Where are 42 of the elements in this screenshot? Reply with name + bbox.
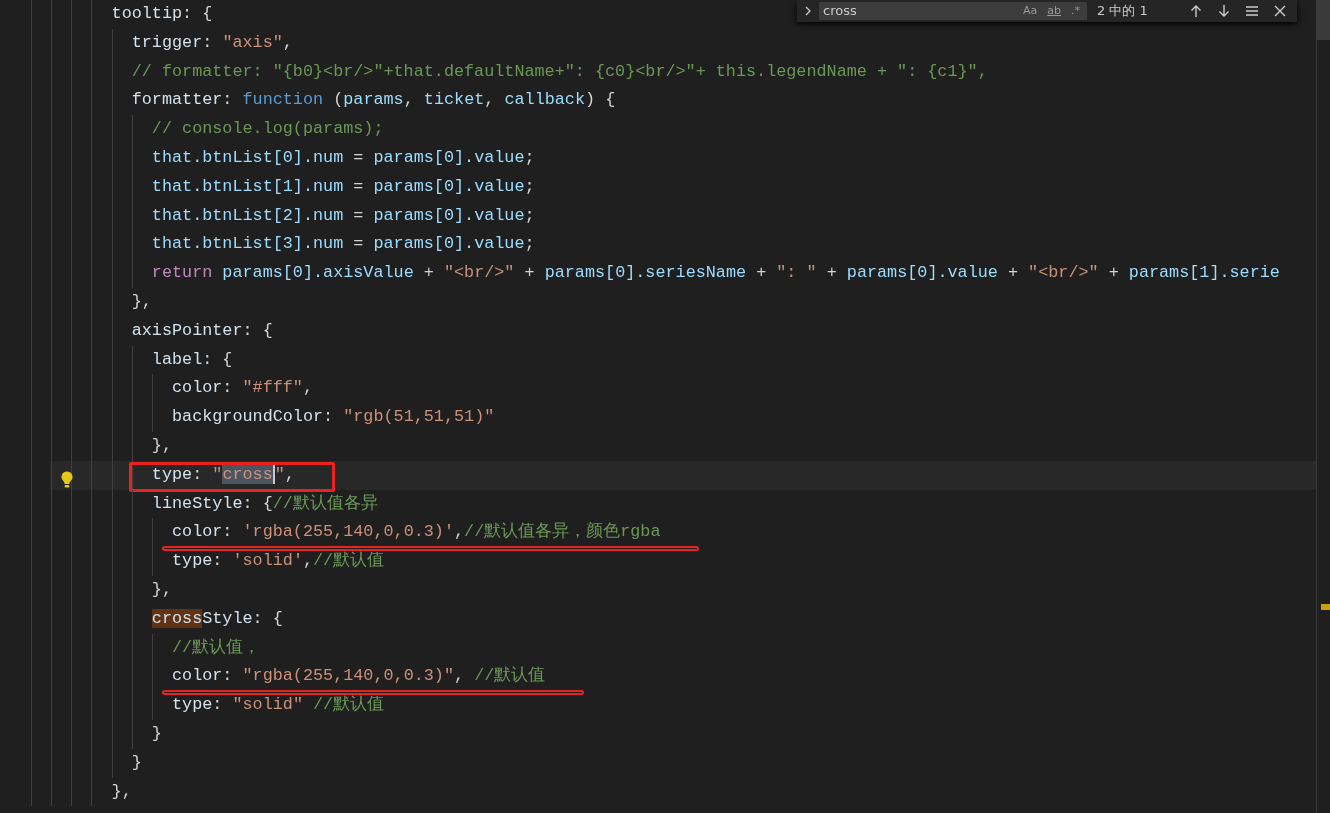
code-line: // formatter: "{b0}<br/>"+that.defaultName+": {c0}<br/>"+ this.legendName + ": {c1}", (131, 61, 988, 81)
next-match-button[interactable] (1217, 4, 1231, 18)
close-button[interactable] (1273, 4, 1287, 18)
find-input[interactable]: cross Aa ab .* (819, 2, 1087, 20)
code-line: type: "cross", (151, 464, 295, 484)
toggle-replace-button[interactable] (803, 5, 813, 17)
code-line: that.btnList[0].num = params[0].value; (151, 148, 535, 167)
match-marker (1321, 604, 1330, 610)
search-option-toggle[interactable]: .* (1068, 3, 1083, 19)
previous-match-button[interactable] (1189, 4, 1203, 18)
code-line: }, (151, 579, 172, 599)
search-option-toggle[interactable]: Aa (1020, 3, 1041, 19)
code-line: trigger: "axis", (131, 32, 293, 52)
code-line: backgroundColor: "rgb(51,51,51)" (172, 407, 495, 427)
code-line: lineStyle: {//默认值各异 (151, 493, 378, 513)
search-option-toggle[interactable]: ab (1044, 3, 1064, 19)
match-count: 2 中的 1 (1097, 2, 1148, 21)
code-line: color: "rgba(255,140,0,0.3)", //默认值 (172, 666, 546, 686)
code-line: } (131, 752, 142, 772)
code-line: type: "solid" //默认值 (172, 695, 385, 715)
code-line: that.btnList[3].num = params[0].value; (151, 234, 535, 254)
code-line: tooltip: { (111, 4, 213, 23)
code-line: type: 'solid',//默认值 (172, 551, 385, 571)
code-line: axisPointer: { (131, 320, 273, 340)
lightbulb-icon[interactable] (61, 470, 73, 488)
code-line: label: { (151, 349, 233, 369)
code-line: that.btnList[2].num = params[0].value; (151, 205, 535, 225)
code-line: }, (151, 435, 172, 455)
scrollbar-thumb[interactable] (1317, 0, 1330, 40)
code-line: formatter: function (params, ticket, callback) { (131, 90, 616, 110)
selection-filter-button[interactable] (1245, 4, 1259, 18)
scrollbar[interactable] (1316, 0, 1330, 813)
code-line: color: 'rgba(255,140,0,0.3)',//默认值各异，颜色rgba (172, 522, 661, 542)
code-line: } (151, 723, 162, 743)
code-line: crossStyle: { (151, 608, 283, 628)
code-line: color: "#fff", (172, 378, 314, 398)
code-line: }, (131, 291, 152, 311)
code-line: that.btnList[1].num = params[0].value; (151, 176, 535, 196)
code-line: // console.log(params); (151, 119, 384, 139)
code-line: //默认值， (172, 637, 261, 657)
code-line: }, (111, 781, 132, 801)
code-line: return params[0].axisValue + "<br/>" + params[0].seriesName + ": " + params[0].value + "<br/>" + params[1].serie (151, 263, 1280, 283)
